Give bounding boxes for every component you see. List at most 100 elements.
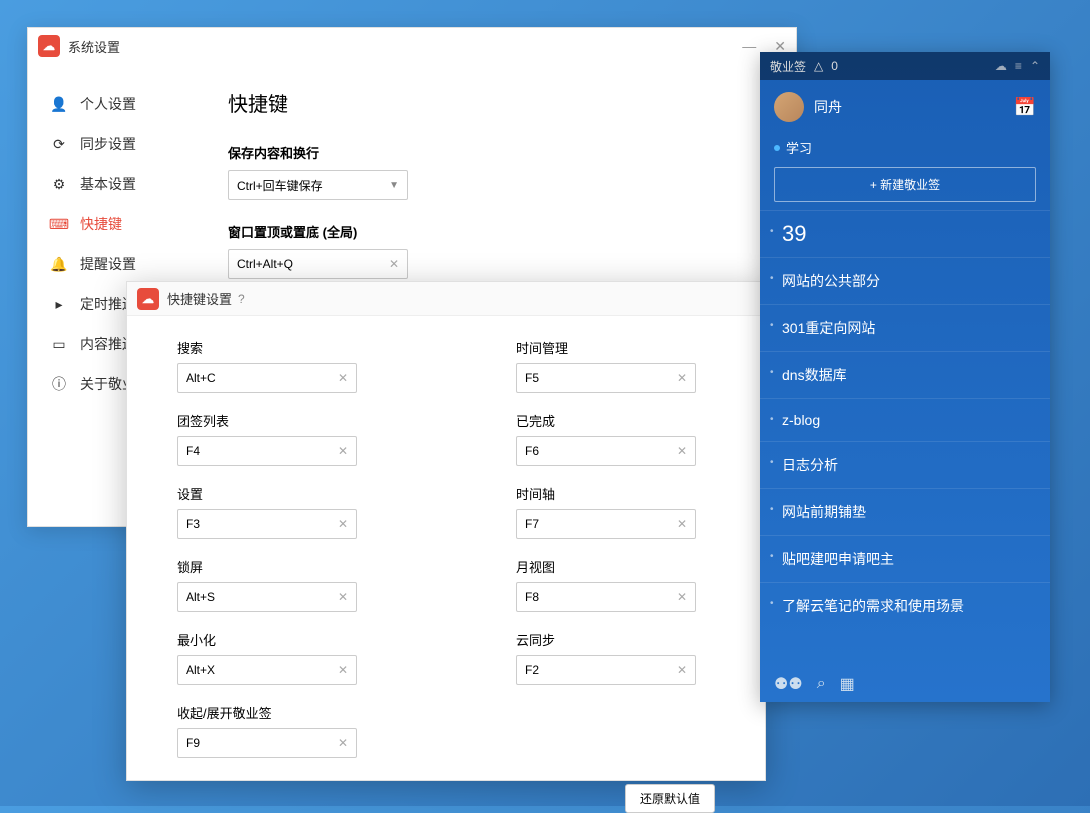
shortcut-field: 时间管理 F5 ✕: [516, 338, 715, 393]
sidebar-item-shortcuts[interactable]: ⌨快捷键: [28, 204, 198, 244]
sidebar-item-label: 快捷键: [80, 214, 122, 234]
shortcuts-titlebar: ☁ 快捷键设置 ?: [127, 282, 765, 316]
clear-icon[interactable]: ✕: [677, 663, 687, 677]
sidebar-item-label: 个人设置: [80, 94, 136, 114]
content-icon: ▭: [50, 335, 68, 353]
help-icon[interactable]: ?: [238, 292, 245, 306]
avatar[interactable]: [774, 92, 804, 122]
shortcut-input[interactable]: Alt+C ✕: [177, 363, 357, 393]
username-label: 同舟: [814, 97, 842, 117]
field-window-topbottom: 窗口置顶或置底 (全局) Ctrl+Alt+Q ✕: [228, 222, 766, 279]
shortcut-value: Alt+S: [186, 590, 215, 604]
app-icon: ☁: [137, 288, 159, 310]
sidebar-item-label: 同步设置: [80, 134, 136, 154]
shortcut-field: 团签列表 F4 ✕: [177, 411, 376, 466]
shortcut-field: 设置 F3 ✕: [177, 484, 376, 539]
shortcut-label: 锁屏: [177, 557, 376, 576]
user-row: 同舟 📅: [760, 80, 1050, 134]
category-row[interactable]: 学习: [760, 134, 1050, 167]
shortcut-value: Alt+C: [186, 371, 216, 385]
shortcut-label: 团签列表: [177, 411, 376, 430]
sidebar-item-remind[interactable]: 🔔 提醒设置: [28, 244, 198, 284]
clear-icon[interactable]: ✕: [389, 257, 399, 271]
shortcut-label: 月视图: [516, 557, 715, 576]
shortcut-value: F6: [525, 444, 539, 458]
note-item[interactable]: 贴吧建吧申请吧主: [760, 535, 1050, 582]
clear-icon[interactable]: ✕: [338, 663, 348, 677]
shortcuts-dialog-title: 快捷键设置: [167, 289, 232, 308]
settings-titlebar: ☁ 系统设置 — ✕: [28, 28, 796, 64]
shortcut-label: 时间轴: [516, 484, 715, 503]
shortcut-input[interactable]: F9 ✕: [177, 728, 357, 758]
info-icon: ⓘ: [50, 375, 68, 393]
shortcut-input[interactable]: Alt+X ✕: [177, 655, 357, 685]
new-note-button[interactable]: + 新建敬业签: [774, 167, 1036, 202]
clear-icon[interactable]: ✕: [338, 444, 348, 458]
shortcut-input[interactable]: F3 ✕: [177, 509, 357, 539]
shortcut-field: 最小化 Alt+X ✕: [177, 630, 376, 685]
calendar-icon[interactable]: 📅: [1014, 97, 1036, 118]
person-icon: 👤: [50, 95, 68, 113]
shortcut-input[interactable]: F7 ✕: [516, 509, 696, 539]
shortcuts-dialog: ☁ 快捷键设置 ? 搜索 Alt+C ✕ 时间管理 F5 ✕ 团签列表 F4 ✕…: [126, 281, 766, 781]
shortcut-input[interactable]: F5 ✕: [516, 363, 696, 393]
note-item-big[interactable]: 39: [760, 210, 1050, 257]
note-item[interactable]: dns数据库: [760, 351, 1050, 398]
note-item[interactable]: 日志分析: [760, 441, 1050, 488]
clear-icon[interactable]: ✕: [677, 517, 687, 531]
note-item[interactable]: 网站的公共部分: [760, 257, 1050, 304]
shortcut-label: 收起/展开敬业签: [177, 703, 376, 722]
sidebar-item-sync[interactable]: ⟳ 同步设置: [28, 124, 198, 164]
save-behavior-select[interactable]: Ctrl+回车键保存 ▼: [228, 170, 408, 200]
shortcut-label: 最小化: [177, 630, 376, 649]
bell-icon[interactable]: △: [814, 59, 823, 73]
sidebar-item-label: 提醒设置: [80, 254, 136, 274]
clear-icon[interactable]: ✕: [338, 517, 348, 531]
collapse-icon[interactable]: ⌃: [1030, 59, 1040, 73]
shortcut-input[interactable]: Alt+S ✕: [177, 582, 357, 612]
shortcut-value: F2: [525, 663, 539, 677]
clear-icon[interactable]: ✕: [677, 444, 687, 458]
category-label: 学习: [786, 138, 812, 157]
field-save-behavior: 保存内容和换行 Ctrl+回车键保存 ▼: [228, 143, 766, 200]
clear-icon[interactable]: ✕: [338, 371, 348, 385]
note-item[interactable]: 301重定向网站: [760, 304, 1050, 351]
shortcut-label: 云同步: [516, 630, 715, 649]
search-icon[interactable]: ⌕: [817, 675, 826, 693]
note-item[interactable]: 网站前期铺垫: [760, 488, 1050, 535]
chevron-down-icon: ▼: [389, 180, 399, 191]
brand-label: 敬业签: [770, 58, 806, 75]
shortcut-label: 时间管理: [516, 338, 715, 357]
sidebar-item-personal[interactable]: 👤 个人设置: [28, 84, 198, 124]
notification-count: 0: [831, 59, 838, 73]
window-top-shortcut-input[interactable]: Ctrl+Alt+Q ✕: [228, 249, 408, 279]
sidebar-item-basic[interactable]: ⚙基本设置: [28, 164, 198, 204]
shortcut-input[interactable]: F4 ✕: [177, 436, 357, 466]
shortcut-label: 设置: [177, 484, 376, 503]
bell-icon: 🔔: [50, 255, 68, 273]
reset-defaults-button[interactable]: 还原默认值: [625, 784, 715, 813]
menu-icon[interactable]: ≡: [1015, 59, 1022, 73]
calendar-small-icon[interactable]: ▦: [840, 674, 855, 694]
field-label: 保存内容和换行: [228, 143, 766, 162]
clear-icon[interactable]: ✕: [677, 371, 687, 385]
shortcut-input[interactable]: F2 ✕: [516, 655, 696, 685]
clear-icon[interactable]: ✕: [338, 590, 348, 604]
shortcut-value: F8: [525, 590, 539, 604]
shortcut-label: 已完成: [516, 411, 715, 430]
team-icon[interactable]: ⚉⚉: [774, 674, 803, 694]
clear-icon[interactable]: ✕: [677, 590, 687, 604]
clock-icon: ▸: [50, 295, 68, 313]
cloud-icon[interactable]: ☁: [995, 59, 1007, 73]
shortcut-field: 云同步 F2 ✕: [516, 630, 715, 685]
minimize-icon[interactable]: —: [742, 38, 756, 55]
shortcut-field: 锁屏 Alt+S ✕: [177, 557, 376, 612]
clear-icon[interactable]: ✕: [338, 736, 348, 750]
sync-icon: ⟳: [50, 135, 68, 153]
shortcut-input[interactable]: F6 ✕: [516, 436, 696, 466]
shortcut-input[interactable]: F8 ✕: [516, 582, 696, 612]
note-item[interactable]: 了解云笔记的需求和使用场景: [760, 582, 1050, 629]
shortcut-value: F7: [525, 517, 539, 531]
category-dot-icon: [774, 145, 780, 151]
note-item[interactable]: z-blog: [760, 398, 1050, 441]
